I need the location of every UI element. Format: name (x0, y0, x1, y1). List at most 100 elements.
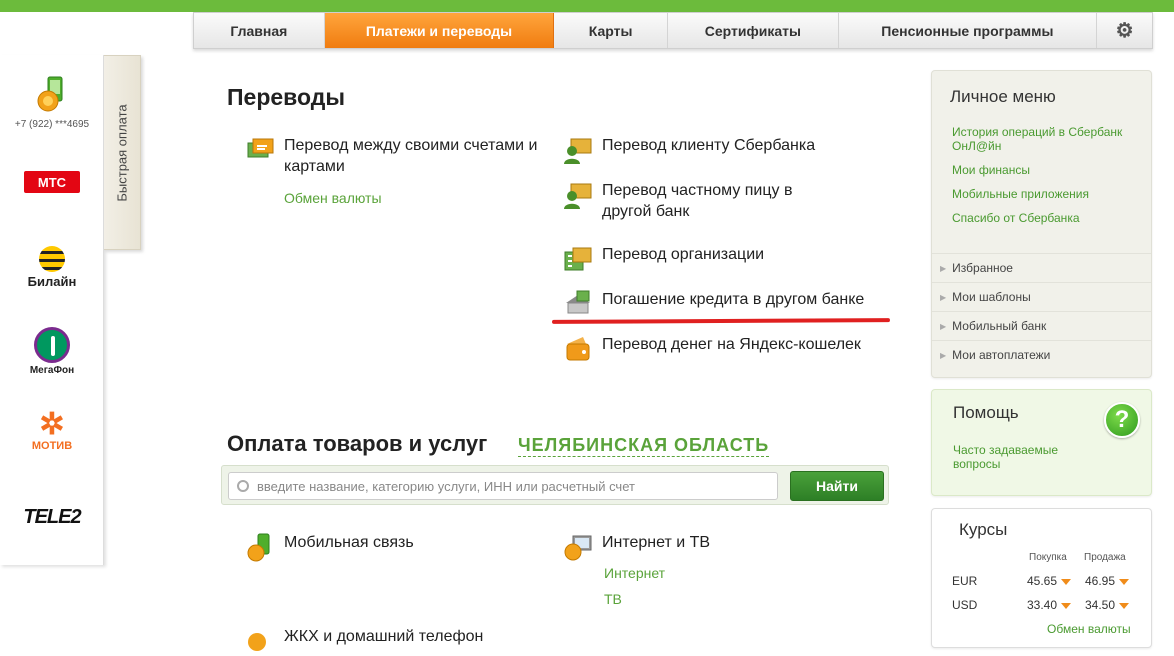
tv-link[interactable]: ТВ (604, 591, 622, 607)
loan-repayment-icon (566, 290, 590, 314)
transfers-title: Переводы (227, 84, 345, 110)
faq-link[interactable]: Часто задаваемые вопросы (953, 443, 1083, 471)
internet-tv-label: Интернет и ТВ (602, 534, 711, 551)
down-arrow-icon (1061, 602, 1072, 609)
utilities-label: ЖКХ и домашний телефон (284, 628, 484, 645)
menu-link-mobile-apps[interactable]: Мобильные приложения (952, 187, 1142, 201)
beeline-name: Билайн (27, 274, 77, 289)
payment-internet-tv[interactable]: Интернет и ТВ (563, 532, 863, 562)
help-title: Помощь (953, 403, 1019, 422)
top-green-bar (0, 0, 1174, 12)
search-placeholder: введите название, категорию услуги, ИНН … (257, 478, 635, 494)
personal-menu-panel: Личное меню История операций в Сбербанк … (931, 70, 1152, 378)
yandex-wallet-label: Перевод денег на Яндекс-кошелек (602, 336, 861, 353)
motiv-name: МОТИВ (31, 440, 73, 452)
person-money-icon (564, 183, 592, 209)
menu-item-favorites[interactable]: ▶ Избранное (932, 253, 1151, 282)
rate-currency: USD (952, 598, 978, 612)
other-bank-person-transfer-label: Перевод частному пицу в другой банк (602, 182, 793, 220)
menu-link-finances[interactable]: Мои финансы (952, 163, 1142, 177)
operator-phone[interactable]: +7 (922) ***4695 (0, 75, 104, 130)
megafon-name: МегаФон (29, 365, 75, 376)
motiv-icon: ✲ (39, 408, 65, 441)
utilities-icon (248, 633, 266, 651)
quick-pay-tab[interactable]: Быстрая оплата (104, 55, 141, 250)
tele2-logo: TELE2 (23, 506, 81, 528)
person-money-icon (564, 138, 592, 164)
internet-tv-icon (564, 535, 592, 561)
chevron-right-icon: ▶ (940, 321, 947, 331)
top-white-cap (0, 28, 200, 58)
menu-item-autopayments[interactable]: ▶ Мои автоплатежи (932, 340, 1151, 369)
tab-payments-transfers[interactable]: Платежи и переводы (324, 13, 555, 48)
rate-buy: 45.65 (1027, 574, 1072, 588)
menu-item-templates[interactable]: ▶ Мои шаблоны (932, 282, 1151, 311)
menu-item-label: Мои автоплатежи (952, 348, 1051, 362)
menu-link-history[interactable]: История операций в Сбербанк ОнЛ@йн (952, 125, 1142, 153)
rate-buy: 33.40 (1027, 598, 1072, 612)
chevron-right-icon: ▶ (940, 292, 947, 302)
sber-client-transfer-label: Перевод клиенту Сбербанка (602, 137, 816, 154)
own-accounts-transfer-icon (247, 138, 274, 158)
chevron-right-icon: ▶ (940, 263, 947, 273)
down-arrow-icon (1119, 578, 1130, 585)
rate-sell-value: 34.50 (1085, 598, 1116, 612)
rates-sell-header: Продажа (1084, 552, 1126, 563)
search-input[interactable]: введите название, категорию услуги, ИНН … (228, 472, 778, 500)
mts-logo: МТС (24, 171, 80, 193)
tab-certificates[interactable]: Сертификаты (668, 13, 839, 48)
transfer-own-accounts[interactable]: Перевод между своими счетами и картами (245, 135, 545, 177)
down-arrow-icon (1119, 602, 1130, 609)
organization-transfer-label: Перевод организации (602, 246, 765, 263)
payment-utilities[interactable]: ЖКХ и домашний телефон (245, 626, 545, 656)
transfer-other-bank-person[interactable]: Перевод частному пицу в другой банк (563, 180, 843, 222)
down-arrow-icon (1061, 578, 1072, 585)
rates-title: Курсы (959, 520, 1008, 539)
operator-motiv[interactable]: ✲ МОТИВ (0, 408, 104, 453)
menu-link-thanks[interactable]: Спасибо от Сбербанка (952, 211, 1142, 225)
tab-main[interactable]: Главная (194, 13, 325, 48)
menu-item-mobile-bank[interactable]: ▶ Мобильный банк (932, 311, 1151, 340)
rate-sell: 34.50 (1085, 598, 1130, 612)
mobile-payment-label: Мобильная связь (284, 534, 414, 551)
transfer-organization[interactable]: Перевод организации (563, 244, 883, 274)
help-panel: Помощь ? Часто задаваемые вопросы (931, 389, 1152, 496)
wallet-icon (566, 337, 590, 361)
payments-title: Оплата товаров и услуг (227, 431, 488, 456)
operator-mts[interactable]: МТС (0, 171, 104, 193)
rates-exchange-link[interactable]: Обмен валюты (1047, 622, 1131, 636)
transfer-yandex-wallet[interactable]: Перевод денег на Яндекс-кошелек (563, 334, 883, 364)
operator-beeline[interactable]: Билайн (0, 246, 104, 289)
rates-panel: Курсы Покупка Продажа EUR 45.65 46.95 US… (931, 508, 1152, 648)
internet-link[interactable]: Интернет (604, 565, 665, 581)
operator-tele2[interactable]: TELE2 (0, 506, 104, 529)
tab-cards[interactable]: Карты (554, 13, 669, 48)
payment-search: введите название, категорию услуги, ИНН … (221, 465, 889, 505)
phone-number: +7 (922) ***4695 (14, 119, 90, 130)
rate-sell: 46.95 (1085, 574, 1130, 588)
search-icon (237, 480, 249, 492)
payment-mobile[interactable]: Мобильная связь (245, 532, 545, 562)
transfer-sber-client[interactable]: Перевод клиенту Сбербанка (563, 135, 883, 165)
quick-pay-tab-label: Быстрая оплата (114, 103, 130, 202)
transfer-loan-repayment[interactable]: Погашение кредита в другом банке (563, 289, 883, 319)
rate-buy-value: 33.40 (1027, 598, 1058, 612)
search-button[interactable]: Найти (790, 471, 884, 501)
rate-sell-value: 46.95 (1085, 574, 1116, 588)
quick-pay-panel (0, 55, 104, 565)
tab-pension-programs[interactable]: Пенсионные программы (839, 13, 1098, 48)
question-icon[interactable]: ? (1104, 402, 1140, 438)
region-selector[interactable]: ЧЕЛЯБИНСКАЯ ОБЛАСТЬ (518, 434, 770, 457)
mobile-phone-icon (247, 533, 270, 562)
menu-item-label: Избранное (952, 261, 1013, 275)
personal-menu-title: Личное меню (950, 87, 1056, 106)
rate-currency: EUR (952, 574, 978, 588)
rates-buy-header: Покупка (1029, 552, 1067, 563)
loan-repayment-label: Погашение кредита в другом банке (602, 291, 865, 308)
chevron-right-icon: ▶ (940, 350, 947, 360)
menu-item-label: Мои шаблоны (952, 290, 1031, 304)
currency-exchange-link[interactable]: Обмен валюты (284, 190, 382, 206)
own-accounts-transfer-label: Перевод между своими счетами и картами (284, 137, 538, 175)
operator-megafon[interactable]: МегаФон (0, 327, 104, 376)
gear-icon[interactable]: ⚙ (1097, 13, 1152, 48)
